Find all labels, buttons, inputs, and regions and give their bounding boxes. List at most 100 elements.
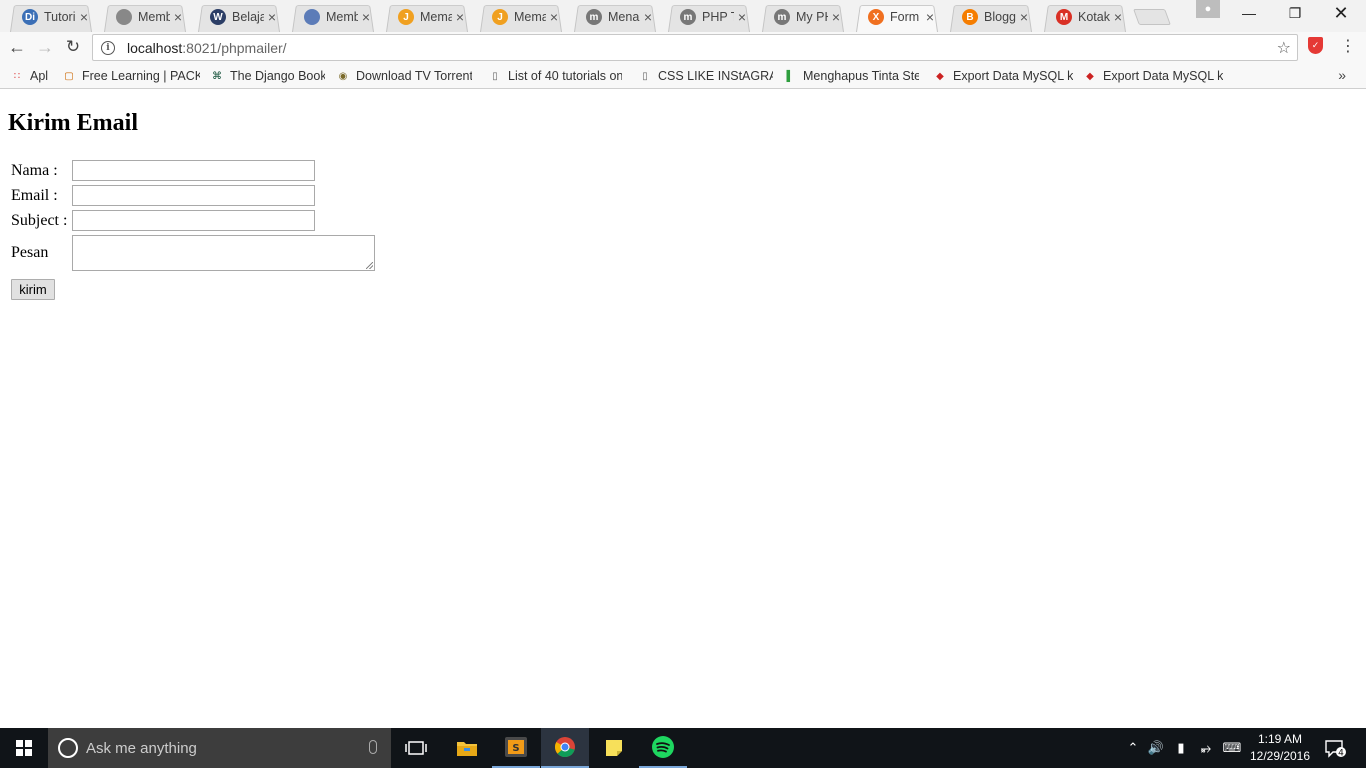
export-icon: ◆ [936, 70, 944, 82]
di-icon: Di [22, 9, 38, 25]
bookmark-label: The Django Book [230, 69, 325, 83]
tab-3[interactable]: Memb × [286, 2, 380, 32]
tab-close-icon[interactable]: × [174, 9, 182, 25]
bookmark-item[interactable]: ◆ Export Data MySQL ke [1083, 68, 1223, 84]
chrome-button[interactable] [541, 728, 589, 768]
nama-input[interactable] [72, 160, 315, 181]
bookmark-item[interactable]: ◆ Export Data MySQL ke [933, 68, 1073, 84]
pesan-textarea[interactable] [72, 235, 375, 271]
tab-close-icon[interactable]: × [550, 9, 558, 25]
tab-9[interactable]: X Form I × [850, 2, 944, 32]
file-explorer-button[interactable] [443, 728, 491, 768]
bookmarks-overflow-icon[interactable]: » [1338, 67, 1346, 83]
back-button[interactable]: ← [6, 36, 28, 58]
windows-taskbar: Ask me anything S ⌃ 🔊 ▮ ⥵ ⌨ 1:19 AM 12/2… [0, 728, 1366, 768]
spotify-button[interactable] [639, 728, 687, 768]
email-row: Email : [11, 185, 315, 206]
browser-menu-icon[interactable]: ⋮ [1340, 36, 1356, 56]
task-view-icon [405, 741, 427, 755]
action-center-icon: 4 [1325, 740, 1346, 759]
page-icon: ▯ [492, 70, 498, 82]
bookmark-label: Download TV Torrents [356, 69, 472, 83]
tab-title: Memb [138, 10, 170, 24]
action-center-button[interactable]: 4 [1320, 728, 1350, 768]
bookmark-item[interactable]: ▯ CSS LIKE INStAGRAM [638, 68, 773, 84]
tab-0[interactable]: Di Tutori × [4, 2, 98, 32]
tab-close-icon[interactable]: × [832, 9, 840, 25]
email-input[interactable] [72, 185, 315, 206]
bookmark-item[interactable]: ▢ Free Learning | PACKT [62, 68, 200, 84]
page-icon [116, 9, 132, 25]
sticky-notes-button[interactable] [590, 728, 638, 768]
subject-input[interactable] [72, 210, 315, 231]
volume-icon[interactable]: 🔊 [1146, 728, 1166, 768]
new-tab-button[interactable] [1136, 9, 1168, 25]
bookmark-item[interactable]: ⌘ The Django Book [210, 68, 325, 84]
kirim-button[interactable]: kirim [11, 279, 55, 300]
pesan-row: Pesan [11, 235, 375, 271]
tab-close-icon[interactable]: × [738, 9, 746, 25]
taskbar-clock[interactable]: 1:19 AM 12/29/2016 [1244, 731, 1316, 765]
bookmarks-bar: » ∷ Apl ▢ Free Learning | PACKT ⌘ The Django … [0, 63, 1366, 89]
show-hidden-icons-button[interactable]: ⌃ [1124, 728, 1142, 768]
close-window-button[interactable]: ✕ [1318, 0, 1364, 26]
tab-list: Di Tutori × Memb × W Belaja × Memb × J Mema × J Mema × m… [4, 2, 1168, 32]
tab-8[interactable]: m My PH × [756, 2, 850, 32]
tab-title: My PH [796, 10, 828, 24]
bookmark-item[interactable]: ∷ Apl [10, 68, 48, 84]
bookmark-star-icon[interactable]: ☆ [1277, 38, 1291, 58]
tab-11[interactable]: M Kotak × [1038, 2, 1132, 32]
tab-close-icon[interactable]: × [644, 9, 652, 25]
tab-close-icon[interactable]: × [456, 9, 464, 25]
clock-date: 12/29/2016 [1249, 749, 1311, 763]
notification-count: 4 [1338, 749, 1344, 759]
microphone-icon[interactable] [369, 740, 377, 754]
keyboard-icon[interactable]: ⌨ [1220, 728, 1244, 768]
forward-button[interactable]: → [34, 36, 56, 58]
bookmark-label: CSS LIKE INStAGRAM [658, 69, 773, 83]
tab-title: Memb [326, 10, 358, 24]
task-view-button[interactable] [392, 728, 440, 768]
tab-close-icon[interactable]: × [268, 9, 276, 25]
tab-close-icon[interactable]: × [926, 9, 934, 25]
chrome-icon [554, 737, 575, 757]
profile-icon[interactable]: ● [1196, 0, 1220, 18]
tab-close-icon[interactable]: × [362, 9, 370, 25]
tab-2[interactable]: W Belaja × [192, 2, 286, 32]
tab-title: Belaja [232, 10, 264, 24]
reload-button[interactable]: ↻ [62, 36, 84, 58]
extension-shield-icon[interactable]: ✓ [1308, 37, 1323, 54]
bookmark-label: List of 40 tutorials on [508, 69, 622, 83]
address-bar[interactable]: i localhost:8021/phpmailer/ ☆ [92, 34, 1298, 61]
tab-6[interactable]: m Menar × [568, 2, 662, 32]
subject-row: Subject : [11, 210, 315, 231]
green-icon: ▌ [786, 70, 794, 82]
sublime-text-button[interactable]: S [492, 728, 540, 768]
minimize-button[interactable]: — [1226, 0, 1272, 26]
tab-5[interactable]: J Mema × [474, 2, 568, 32]
tab-10[interactable]: B Blogg × [944, 2, 1038, 32]
cortana-search-box[interactable]: Ask me anything [48, 728, 391, 768]
codeigniter-icon: J [492, 9, 508, 25]
info-icon[interactable]: i [101, 40, 115, 55]
tab-7[interactable]: m PHP T × [662, 2, 756, 32]
battery-icon[interactable]: ▮ [1171, 728, 1191, 768]
blogger-icon: B [962, 9, 978, 25]
tab-close-icon[interactable]: × [1020, 9, 1028, 25]
tab-4[interactable]: J Mema × [380, 2, 474, 32]
wifi-icon[interactable]: ⥵ [1196, 728, 1216, 768]
tab-title: PHP T [702, 10, 734, 24]
tab-close-icon[interactable]: × [80, 9, 88, 25]
tab-close-icon[interactable]: × [1114, 9, 1122, 25]
restore-button[interactable]: ❐ [1272, 0, 1318, 26]
django-icon: ⌘ [212, 70, 222, 82]
bookmark-item[interactable]: ◉ Download TV Torrents [336, 68, 472, 84]
tab-1[interactable]: Memb × [98, 2, 192, 32]
tab-title: Tutori [44, 10, 76, 24]
start-button[interactable] [0, 728, 48, 768]
bookmark-item[interactable]: ▯ List of 40 tutorials on [488, 68, 622, 84]
packt-icon: ▢ [64, 70, 74, 82]
m-icon: m [680, 9, 696, 25]
bookmark-item[interactable]: ▌ Menghapus Tinta Ster [783, 68, 919, 84]
search-placeholder: Ask me anything [86, 739, 197, 757]
